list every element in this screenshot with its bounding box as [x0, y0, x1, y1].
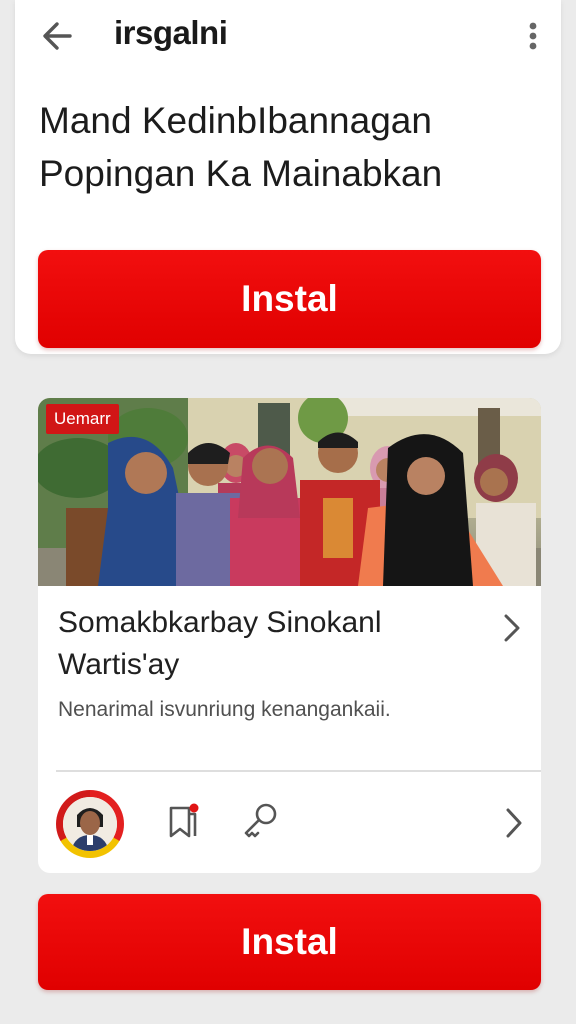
key-button[interactable] [235, 796, 285, 846]
app-title: irsgalni [114, 14, 228, 51]
more-menu-button[interactable] [521, 18, 545, 54]
bookmark-icon [169, 803, 199, 838]
post-open-button[interactable] [497, 608, 527, 648]
post-card[interactable]: Uemarr Somakbkarbay Sinokanl Wartis'ay N… [38, 398, 541, 873]
post-title[interactable]: Somakbkarbay Sinokanl Wartis'ay [58, 602, 488, 686]
avatar-portrait [63, 797, 117, 851]
post-photo[interactable]: Uemarr [38, 398, 541, 586]
photo-badge: Uemarr [46, 404, 119, 434]
post-title-line-2: Wartis'ay [58, 648, 180, 681]
bookmark-button[interactable] [158, 796, 208, 846]
headline-line-1: Mand KedinbIbannagan [39, 100, 432, 141]
post-more-button[interactable] [499, 798, 529, 848]
post-title-line-1: Somakbkarbay Sinokanl [58, 606, 382, 639]
chevron-right-icon [506, 808, 522, 838]
install-button[interactable]: Instal [38, 250, 541, 348]
install-button-bottom[interactable]: Instal [38, 894, 541, 990]
key-icon [244, 803, 277, 838]
headline: Mand KedinbIbannagan Popingan Ka Mainabk… [39, 94, 539, 200]
app-header-card: irsgalni Mand KedinbIbannagan Popingan K… [15, 0, 561, 354]
arrow-left-icon [43, 22, 72, 50]
avatar[interactable] [56, 790, 124, 858]
post-description: Nenarimal isvunriung kenangankaii. [58, 698, 391, 721]
divider [56, 770, 541, 772]
more-vertical-icon [529, 22, 537, 50]
back-button[interactable] [37, 16, 77, 56]
headline-line-2: Popingan Ka Mainabkan [39, 153, 443, 194]
chevron-right-icon [504, 614, 520, 642]
